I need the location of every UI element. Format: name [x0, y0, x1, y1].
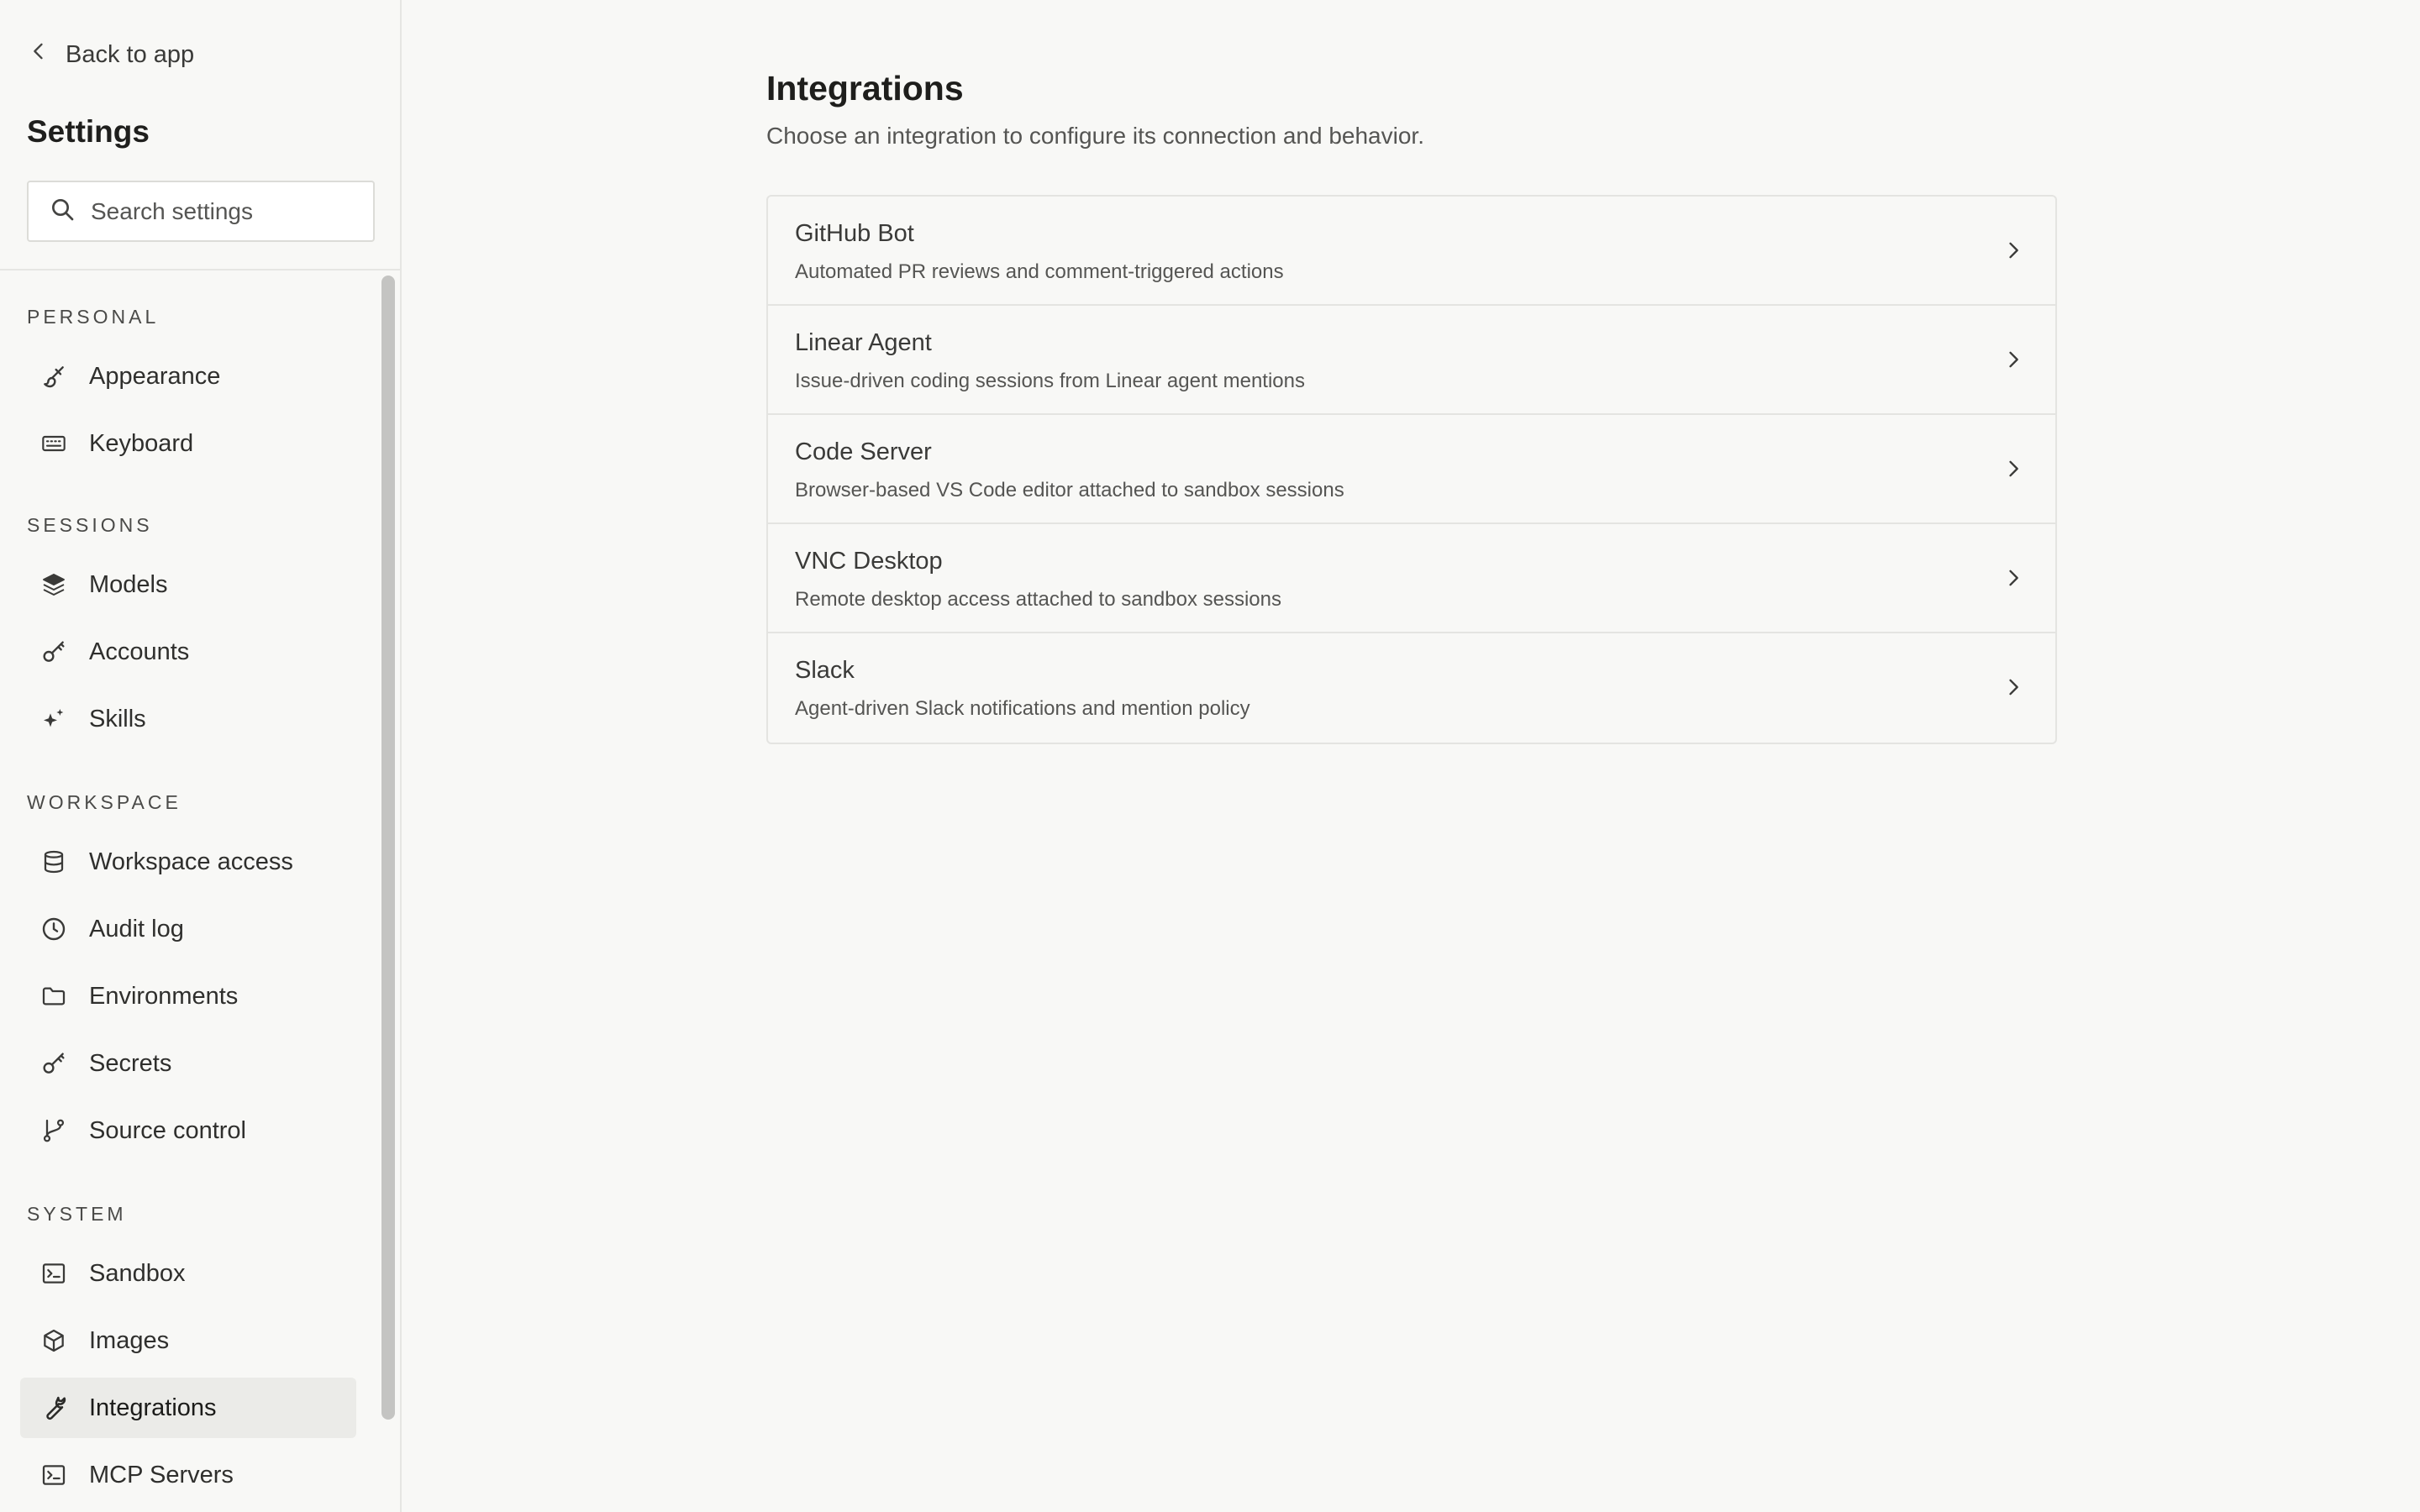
- sidebar-item-label: Integrations: [89, 1394, 217, 1421]
- integration-row-code-server[interactable]: Code Server Browser-based VS Code editor…: [768, 415, 2055, 524]
- search-settings-input[interactable]: [91, 197, 360, 225]
- sidebar-item-keyboard[interactable]: Keyboard: [20, 413, 356, 474]
- layers-icon: [40, 571, 67, 598]
- integration-list: GitHub Bot Automated PR reviews and comm…: [766, 195, 2057, 744]
- sidebar-item-label: Keyboard: [89, 429, 194, 457]
- brush-icon: [40, 363, 67, 390]
- integration-row-vnc-desktop[interactable]: VNC Desktop Remote desktop access attach…: [768, 524, 2055, 633]
- sidebar-item-mcp-servers[interactable]: MCP Servers: [20, 1445, 356, 1505]
- chevron-right-icon: [2009, 679, 2018, 696]
- sidebar-item-label: Secrets: [89, 1049, 172, 1077]
- sidebar-item-label: Audit log: [89, 915, 184, 942]
- integration-name: Linear Agent: [795, 329, 932, 356]
- sidebar-item-skills[interactable]: Skills: [20, 689, 356, 749]
- section-label-sessions: SESSIONS: [27, 514, 153, 536]
- folder-icon: [40, 983, 67, 1010]
- terminal-icon: [40, 1260, 67, 1287]
- sparkles-icon: [40, 706, 67, 732]
- page-title: Integrations: [766, 69, 964, 108]
- chevron-left-icon: [27, 39, 50, 70]
- page-subtitle: Choose an integration to configure its c…: [766, 123, 1424, 149]
- key-icon: [40, 638, 67, 665]
- sidebar-item-integrations[interactable]: Integrations: [20, 1378, 356, 1438]
- integration-row-github-bot[interactable]: GitHub Bot Automated PR reviews and comm…: [768, 197, 2055, 306]
- integration-row-slack[interactable]: Slack Agent-driven Slack notifications a…: [768, 633, 2055, 743]
- integration-name: Slack: [795, 657, 855, 684]
- sidebar-item-label: Workspace access: [89, 848, 293, 875]
- section-label-system: SYSTEM: [27, 1203, 127, 1225]
- key-icon: [40, 1050, 67, 1077]
- integration-name: GitHub Bot: [795, 220, 914, 247]
- sidebar-scrollbar-thumb[interactable]: [381, 276, 395, 1420]
- sidebar-item-label: MCP Servers: [89, 1461, 234, 1488]
- sidebar-item-accounts[interactable]: Accounts: [20, 622, 356, 682]
- keyboard-icon: [40, 430, 67, 457]
- sidebar-scrollbar[interactable]: [376, 270, 400, 1512]
- integration-name: Code Server: [795, 438, 932, 465]
- sidebar-item-label: Images: [89, 1326, 170, 1354]
- integration-name: VNC Desktop: [795, 548, 943, 575]
- integration-description: Agent-driven Slack notifications and men…: [795, 697, 1250, 720]
- integration-description: Automated PR reviews and comment-trigger…: [795, 260, 1284, 283]
- sidebar-item-appearance[interactable]: Appearance: [20, 346, 356, 407]
- integrations-main: Integrations Choose an integration to co…: [402, 0, 2420, 1512]
- git-branch-icon: [40, 1117, 67, 1144]
- integration-description: Browser-based VS Code editor attached to…: [795, 479, 1344, 501]
- search-icon: [49, 196, 76, 227]
- chevron-right-icon: [2009, 242, 2018, 259]
- chevron-right-icon: [2009, 460, 2018, 477]
- sidebar-item-models[interactable]: Models: [20, 554, 356, 615]
- sidebar-item-label: Appearance: [89, 362, 221, 390]
- clock-icon: [40, 916, 67, 942]
- sidebar-item-secrets[interactable]: Secrets: [20, 1033, 356, 1094]
- sidebar-item-images[interactable]: Images: [20, 1310, 356, 1371]
- sidebar-item-label: Accounts: [89, 638, 190, 665]
- chevron-right-icon: [2009, 570, 2018, 586]
- section-label-personal: PERSONAL: [27, 306, 160, 328]
- database-icon: [40, 848, 67, 875]
- sidebar-item-label: Models: [89, 570, 168, 598]
- sidebar-item-audit-log[interactable]: Audit log: [20, 899, 356, 959]
- sidebar-item-sandbox[interactable]: Sandbox: [20, 1243, 356, 1304]
- chevron-right-icon: [2009, 351, 2018, 368]
- settings-app: Back to app Settings PERSONAL Appearance: [0, 0, 2420, 1512]
- sidebar-item-label: Source control: [89, 1116, 246, 1144]
- integration-description: Issue-driven coding sessions from Linear…: [795, 370, 1305, 392]
- sidebar-item-label: Environments: [89, 982, 239, 1010]
- settings-title: Settings: [27, 114, 150, 149]
- box-icon: [40, 1327, 67, 1354]
- sidebar-item-workspace-access[interactable]: Workspace access: [20, 832, 356, 892]
- terminal-icon: [40, 1462, 67, 1488]
- sidebar-item-label: Skills: [89, 705, 146, 732]
- sidebar-item-source-control[interactable]: Source control: [20, 1100, 356, 1161]
- settings-sidebar: Back to app Settings PERSONAL Appearance: [0, 0, 402, 1512]
- integration-description: Remote desktop access attached to sandbo…: [795, 588, 1281, 611]
- section-label-workspace: WORKSPACE: [27, 791, 182, 813]
- sidebar-item-environments[interactable]: Environments: [20, 966, 356, 1026]
- search-settings-box[interactable]: [27, 181, 375, 242]
- back-to-app-link[interactable]: Back to app: [27, 34, 194, 76]
- back-to-app-label: Back to app: [66, 40, 195, 68]
- settings-nav: PERSONAL Appearance Keyboard SESSIONS Mo: [0, 270, 376, 1512]
- wrench-icon: [40, 1394, 67, 1421]
- sidebar-item-label: Sandbox: [89, 1259, 186, 1287]
- integration-row-linear-agent[interactable]: Linear Agent Issue-driven coding session…: [768, 306, 2055, 415]
